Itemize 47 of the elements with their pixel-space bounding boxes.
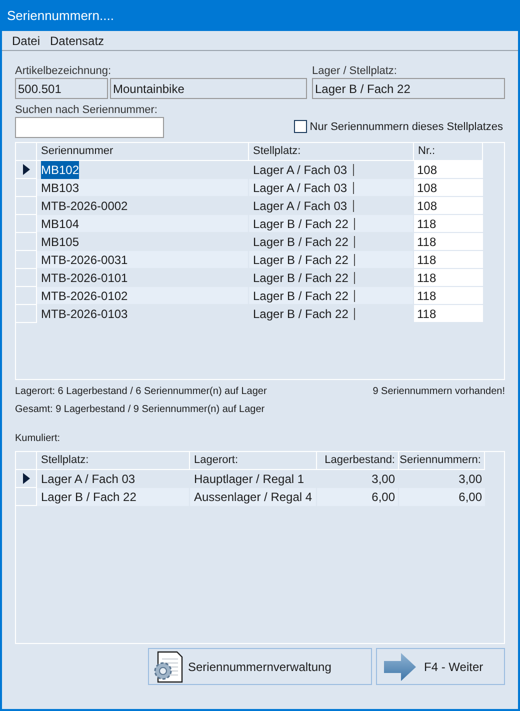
next-button[interactable]: F4 - Weiter — [376, 648, 505, 685]
checkbox-label: Nur Seriennummern dieses Stellplatzes — [310, 120, 503, 134]
table-cell: Lager B / Fach 22 — [37, 488, 190, 506]
row-pointer-icon — [22, 164, 30, 175]
table-cell: 118 — [414, 251, 483, 269]
section-label: Kumuliert: — [15, 432, 62, 446]
window-title: Seriennummern.... — [6, 6, 115, 25]
field-label: Lager / Stellplatz: — [312, 64, 398, 78]
count-text: 9 Seriennummern vorhanden! — [372, 385, 505, 399]
table-cell: 108 — [414, 179, 483, 197]
article-name-field: Mountainbike — [110, 78, 307, 99]
table-cell: 108 — [414, 161, 483, 179]
table-cell: 118 — [414, 269, 483, 287]
table-cell: 118 — [414, 305, 483, 323]
menu-item[interactable]: Datei — [12, 32, 40, 50]
summary-text: Gesamt: 9 Lagerbestand / 9 Seriennummer(n) auf Lager — [15, 403, 266, 417]
table-cell: 6,00 — [317, 488, 399, 506]
table-cell: 118 — [414, 287, 483, 305]
manage-button[interactable]: Seriennummernverwaltung — [148, 648, 372, 685]
table-cell: 118 — [414, 233, 483, 251]
row-pointer-icon — [22, 473, 30, 484]
location-field: Lager B / Fach 22 — [312, 78, 505, 99]
table-cell: Lager B / Fach 22 — [249, 251, 414, 269]
article-number-field: 500.501 — [15, 78, 108, 99]
table-cell-text: MTB-2026-0103 — [41, 306, 128, 322]
table-cell: Lager B / Fach 22 — [249, 215, 414, 233]
menu-item[interactable]: Datensatz — [50, 32, 104, 50]
field-label: Suchen nach Seriennummer: — [15, 103, 158, 117]
table-cell-text: MB105 — [41, 234, 80, 250]
table-cell-text: MTB-2026-0102 — [41, 288, 128, 304]
table-cell: 6,00 — [399, 488, 485, 506]
table-cell: Lager B / Fach 22 — [249, 287, 414, 305]
field-label: Artikelbezeichnung: — [15, 64, 112, 78]
table-cell: 118 — [414, 215, 483, 233]
table-cell-text: MTB-2026-0002 — [41, 198, 128, 214]
table-cell-text: MTB-2026-0031 — [41, 252, 128, 268]
table-cell-text: MB103 — [41, 180, 80, 196]
table-cell: Aussenlager / Regal 4 — [190, 488, 317, 506]
table-cell: 108 — [414, 197, 483, 215]
table-cell-text: MTB-2026-0101 — [41, 270, 128, 286]
table-cell: Lager A / Fach 03 — [249, 179, 414, 197]
table-cell: MB102 — [41, 160, 80, 178]
search-field[interactable] — [15, 117, 164, 138]
table-cell-text: MB104 — [41, 216, 80, 232]
checkbox[interactable] — [294, 120, 307, 134]
right-arrow-icon — [384, 652, 416, 680]
summary-text: Lagerort: 6 Lagerbestand / 6 Seriennummer(n) auf Lager — [15, 385, 267, 399]
